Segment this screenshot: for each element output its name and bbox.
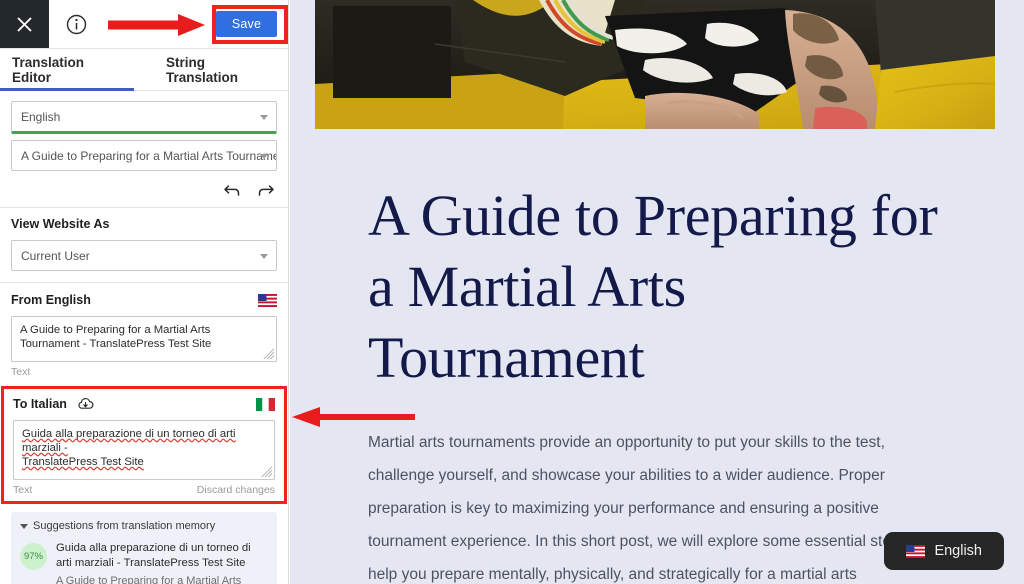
tab-translation-editor-label: Translation Editor [12,54,85,85]
target-language-block: To Italian Guida alla preparazione di un… [1,386,287,504]
save-button[interactable]: Save [216,11,277,37]
source-language-block: From English A Guide to Preparing for a … [0,283,288,384]
article-intro-paragraph: Martial arts tournaments provide an oppo… [368,434,925,583]
source-title: From English [11,293,91,307]
target-footer: Text Discard changes [13,484,275,496]
resize-handle-icon[interactable] [261,466,273,478]
tab-string-translation-label: String Translation [166,54,239,85]
close-icon[interactable] [0,0,49,48]
suggestion-translated-text: Guida alla preparazione di un torneo di … [56,542,251,569]
source-text: A Guide to Preparing for a Martial Arts … [20,324,212,350]
target-type-label: Text [13,484,33,496]
resize-handle-icon[interactable] [263,348,275,360]
translation-editor-panel: Save Translation Editor String Translati… [0,0,289,584]
editor-topbar: Save [0,0,288,49]
us-flag-icon [258,293,277,307]
page-title: A Guide to Preparing for a Martial Arts … [368,183,938,390]
view-website-as-block: View Website As Current User [0,208,288,282]
hero-image [315,0,995,129]
tab-translation-editor[interactable]: Translation Editor [0,49,134,91]
translation-memory-suggestions: Suggestions from translation memory 97% … [11,512,277,584]
undo-icon[interactable] [223,181,241,199]
history-controls [0,179,288,207]
source-header: From English [11,292,277,308]
language-switcher[interactable]: English [884,532,1004,570]
chevron-down-icon [260,153,268,159]
match-percent-badge: 97% [20,543,47,570]
string-select[interactable]: A Guide to Preparing for a Martial Arts … [11,140,277,171]
view-as-select[interactable]: Current User [11,240,277,271]
view-website-as-title: View Website As [11,217,110,231]
cloud-download-icon[interactable] [77,397,94,411]
suggestions-header[interactable]: Suggestions from translation memory [20,520,268,532]
editor-tabs: Translation Editor String Translation [0,49,288,91]
language-select[interactable]: English [11,101,277,134]
source-type-label: Text [11,366,31,378]
source-textarea[interactable]: A Guide to Preparing for a Martial Arts … [11,316,277,362]
article: A Guide to Preparing for a Martial Arts … [368,180,968,584]
chevron-down-icon [260,253,268,259]
target-text-line1: Guida alla preparazione di un torneo di … [22,428,236,454]
discard-changes-button[interactable]: Discard changes [197,484,275,496]
language-switcher-label: English [934,543,982,559]
view-as-select-value: Current User [21,248,90,263]
redo-icon[interactable] [257,181,275,199]
us-flag-icon [906,544,926,558]
string-select-value: A Guide to Preparing for a Martial Arts … [21,148,277,163]
target-text-line2: TranslatePress Test Site [22,456,144,468]
target-header: To Italian [13,396,275,412]
target-title: To Italian [13,397,67,411]
selectors-area: English A Guide to Preparing for a Marti… [0,91,288,171]
suggestions-header-label: Suggestions from translation memory [33,520,216,532]
chevron-down-icon [260,114,268,120]
suggestion-original-text: A Guide to Preparing for a Martial Arts … [56,575,242,584]
website-preview: A Guide to Preparing for a Martial Arts … [290,0,1024,584]
source-footer: Text [11,366,277,378]
suggestion-item[interactable]: 97% Guida alla preparazione di un torneo… [20,541,268,584]
suggestion-original-row: A Guide to Preparing for a Martial Arts … [56,574,268,584]
it-flag-icon [256,397,275,411]
language-select-value: English [21,109,61,124]
suggestion-texts: Guida alla preparazione di un torneo di … [56,541,268,584]
tab-string-translation[interactable]: String Translation [154,49,288,90]
chevron-down-icon [20,523,28,529]
info-icon[interactable] [66,14,87,35]
target-textarea[interactable]: Guida alla preparazione di un torneo di … [13,420,275,480]
